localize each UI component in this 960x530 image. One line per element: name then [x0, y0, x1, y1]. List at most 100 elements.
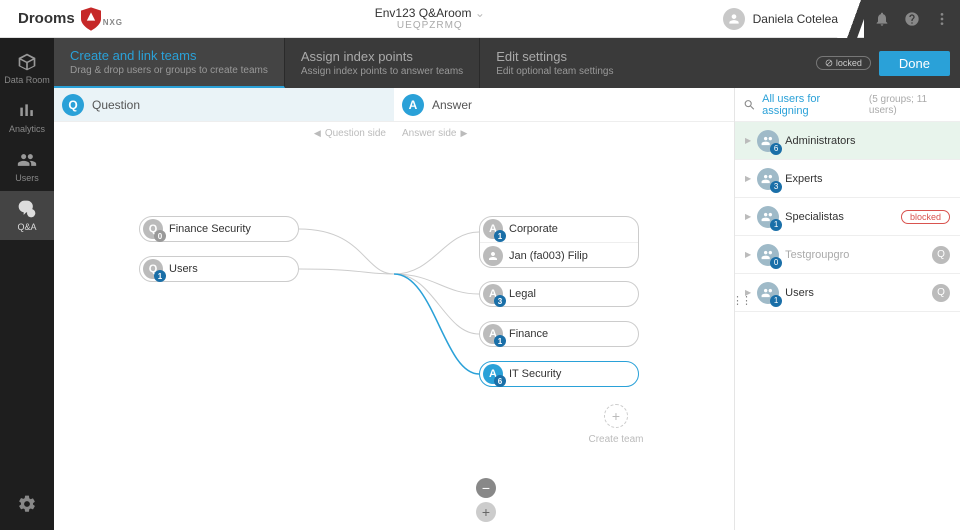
team-name: Finance Security	[169, 223, 251, 235]
nav-dataroom[interactable]: Data Room	[0, 44, 54, 93]
a-chip-icon: A1	[483, 324, 503, 344]
answer-team-pill[interactable]: A6 IT Security	[479, 361, 639, 387]
left-nav: Data Room Analytics Users Q&A	[0, 38, 54, 530]
panel-title: All users for assigning	[762, 93, 863, 117]
people-icon	[17, 150, 37, 170]
person-icon	[483, 246, 503, 266]
create-team-label: Create team	[584, 434, 648, 445]
group-icon: 0	[757, 244, 779, 266]
room-title[interactable]: Env123 Q&Aroom ⌄ UEQPZRMQ	[137, 6, 723, 31]
zoom-out-button[interactable]: −	[476, 478, 496, 498]
user-block[interactable]: Daniela Cotelea	[723, 8, 854, 30]
team-name: Legal	[509, 288, 536, 300]
chevron-right-icon: ▶	[745, 174, 751, 183]
nav-label: Q&A	[17, 222, 36, 232]
bars-icon	[17, 101, 37, 121]
tab-title: Create and link teams	[70, 48, 268, 63]
group-row[interactable]: ▶ 1 Specialistas blocked	[735, 198, 960, 236]
locked-badge: locked	[816, 56, 871, 70]
settings-icon[interactable]	[17, 494, 37, 514]
q-chip-icon: Q1	[143, 259, 163, 279]
group-row[interactable]: ▶ 1 Users Q	[735, 274, 960, 312]
panel-header[interactable]: All users for assigning (5 groups; 11 us…	[735, 88, 960, 122]
question-team-pill[interactable]: Q0 Finance Security	[139, 216, 299, 242]
answer-team-pill[interactable]: A1 Corporate Jan (fa003) Filip	[479, 216, 639, 268]
group-row[interactable]: ▶ 3 Experts	[735, 160, 960, 198]
team-name: IT Security	[509, 368, 561, 380]
top-bar: Drooms NXG Env123 Q&Aroom ⌄ UEQPZRMQ Dan…	[0, 0, 960, 38]
team-name: Corporate	[509, 223, 558, 235]
drag-handle-icon[interactable]: ⋮⋮	[732, 294, 750, 307]
a-chip-icon: A6	[483, 364, 503, 384]
group-icon: 3	[757, 168, 779, 190]
create-team-button[interactable]: +	[604, 404, 628, 428]
top-icon-tray	[864, 0, 960, 38]
done-button[interactable]: Done	[879, 51, 950, 76]
nav-label: Users	[15, 173, 39, 183]
tab-sub: Edit optional team settings	[496, 66, 613, 77]
nav-label: Analytics	[9, 124, 45, 134]
group-name: Specialistas	[785, 211, 895, 223]
step-tabs: Create and link teams Drag & drop users …	[54, 38, 960, 88]
username: Daniela Cotelea	[753, 12, 838, 26]
room-code: UEQPZRMQ	[137, 20, 723, 31]
team-name: Users	[169, 263, 198, 275]
answer-team-pill[interactable]: A1 Finance	[479, 321, 639, 347]
tab-edit-settings[interactable]: Edit settings Edit optional team setting…	[480, 38, 629, 88]
cube-icon	[17, 52, 37, 72]
shield-icon	[81, 7, 101, 31]
group-name: Administrators	[785, 135, 950, 147]
q-marker: Q	[932, 284, 950, 302]
tab-title: Edit settings	[496, 49, 613, 64]
group-name: Experts	[785, 173, 950, 185]
group-icon: 6	[757, 130, 779, 152]
group-row[interactable]: ▶ 0 Testgroupgro Q	[735, 236, 960, 274]
team-name: Finance	[509, 328, 548, 340]
nav-analytics[interactable]: Analytics	[0, 93, 54, 142]
answer-team-pill[interactable]: A3 Legal	[479, 281, 639, 307]
a-chip-icon: A	[402, 94, 424, 116]
group-icon: 1	[757, 206, 779, 228]
group-row[interactable]: ▶ 6 Administrators	[735, 122, 960, 160]
zoom-controls: − +	[476, 478, 496, 522]
question-team-pill[interactable]: Q1 Users	[139, 256, 299, 282]
brand-logo[interactable]: Drooms NXG	[0, 7, 137, 31]
panel-meta: (5 groups; 11 users)	[869, 94, 952, 116]
nav-qa[interactable]: Q&A	[0, 191, 54, 240]
users-panel: All users for assigning (5 groups; 11 us…	[734, 88, 960, 530]
nav-label: Data Room	[4, 75, 50, 85]
search-icon[interactable]	[743, 98, 756, 112]
brand-sub: NXG	[103, 18, 123, 27]
tab-assign-index[interactable]: Assign index points Assign index points …	[285, 38, 480, 88]
a-chip-icon: A1	[483, 219, 503, 239]
q-chip-icon: Q	[62, 94, 84, 116]
chevron-right-icon: ▶	[745, 250, 751, 259]
group-name: Testgroupgro	[785, 249, 926, 261]
a-chip-icon: A3	[483, 284, 503, 304]
tab-create-teams[interactable]: Create and link teams Drag & drop users …	[54, 38, 285, 88]
tab-sub: Assign index points to answer teams	[301, 66, 463, 77]
help-icon[interactable]	[904, 11, 920, 27]
person-name: Jan (fa003) Filip	[509, 250, 588, 262]
team-canvas[interactable]: Q0 Finance Security Q1 Users A1 Corporat…	[54, 144, 734, 530]
bell-icon[interactable]	[874, 11, 890, 27]
group-name: Users	[785, 287, 926, 299]
group-icon: 1	[757, 282, 779, 304]
qa-icon	[17, 199, 37, 219]
q-marker: Q	[932, 246, 950, 264]
menu-dots-icon[interactable]	[934, 11, 950, 27]
chevron-right-icon: ▶	[745, 212, 751, 221]
q-chip-icon: Q0	[143, 219, 163, 239]
zoom-in-button[interactable]: +	[476, 502, 496, 522]
a-column-label: Answer	[432, 98, 472, 112]
q-column-label: Question	[92, 98, 140, 112]
blocked-badge: blocked	[901, 210, 950, 224]
avatar-icon	[723, 8, 745, 30]
side-hints: ◀Question side Answer side▶	[54, 122, 734, 144]
nav-users[interactable]: Users	[0, 142, 54, 191]
chevron-right-icon: ▶	[745, 136, 751, 145]
tab-sub: Drag & drop users or groups to create te…	[70, 65, 268, 76]
room-name: Env123 Q&Aroom	[375, 6, 472, 20]
tab-title: Assign index points	[301, 49, 463, 64]
canvas-header: Q Question A Answer	[54, 88, 734, 122]
